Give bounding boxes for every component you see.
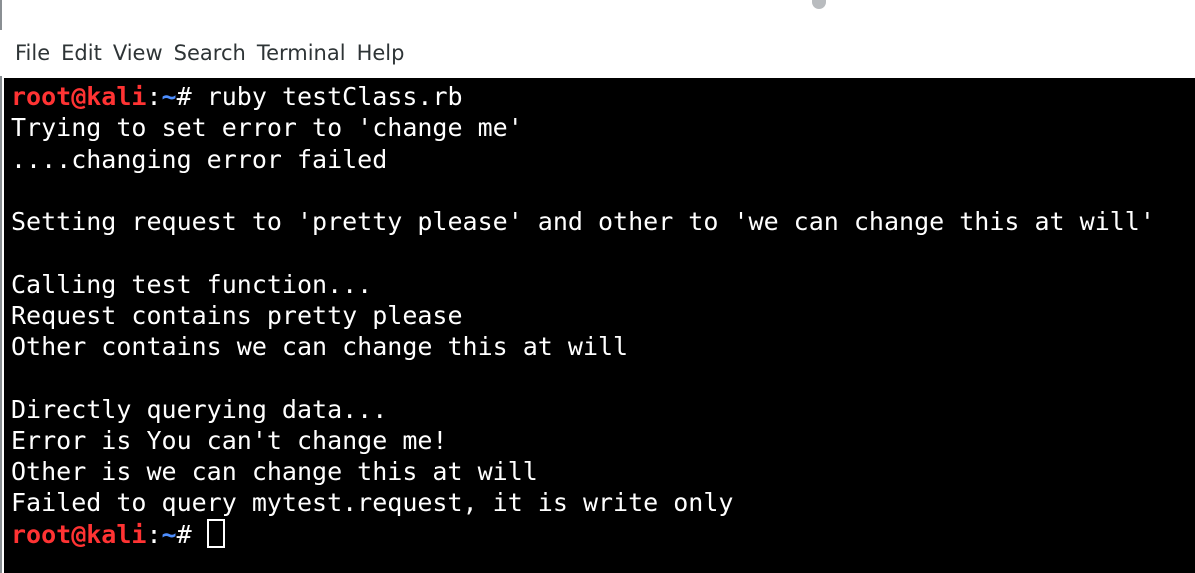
prompt-user-host: root@kali [11, 519, 147, 549]
output-line: Trying to set error to 'change me' [11, 113, 523, 143]
window-left-border [0, 0, 2, 573]
prompt-user-host: root@kali [11, 82, 147, 111]
output-line [11, 362, 1155, 393]
output-line [11, 237, 1155, 268]
output-line: Other is we can change this at will [11, 457, 538, 486]
menubar: File Edit View Search Terminal Help [0, 30, 1195, 76]
prompt-symbol: # [176, 519, 207, 549]
terminal-screen[interactable]: root@kali:~# ruby testClass.rb Trying to… [4, 78, 1195, 573]
menu-view[interactable]: View [108, 39, 169, 67]
prompt-symbol: # [176, 82, 207, 111]
prompt-separator: : [146, 82, 162, 111]
output-line: Other contains we can change this at wil… [11, 332, 629, 361]
command-line: root@kali:~# ruby testClass.rb [11, 81, 1155, 112]
output-line: Directly querying data... [11, 394, 388, 424]
menu-terminal[interactable]: Terminal [252, 39, 352, 67]
menu-file[interactable]: File [10, 39, 56, 67]
titlebar-grip [812, 0, 826, 9]
output-line: ....changing error failed [11, 144, 388, 174]
window-titlebar [0, 0, 1195, 30]
prompt-path: ~ [161, 82, 177, 111]
output-line: Setting request to 'pretty please' and o… [11, 207, 1155, 236]
output-line: Calling test function... [11, 269, 373, 299]
menu-edit[interactable]: Edit [56, 39, 108, 67]
menu-search[interactable]: Search [169, 39, 252, 67]
prompt-line: root@kali:~# [11, 518, 1155, 550]
output-line: Failed to query mytest.request, it is wr… [11, 488, 734, 518]
terminal-output: root@kali:~# ruby testClass.rb Trying to… [11, 81, 1155, 550]
output-line: Request contains pretty please [11, 300, 463, 330]
prompt-separator: : [146, 519, 162, 549]
output-line [11, 175, 1155, 206]
command-text: ruby testClass.rb [206, 82, 463, 111]
output-line: Error is You can't change me! [11, 425, 448, 455]
terminal-cursor[interactable] [206, 518, 225, 548]
terminal-window: File Edit View Search Terminal Help root… [0, 0, 1195, 573]
prompt-path: ~ [161, 519, 177, 549]
menu-help[interactable]: Help [352, 39, 411, 67]
